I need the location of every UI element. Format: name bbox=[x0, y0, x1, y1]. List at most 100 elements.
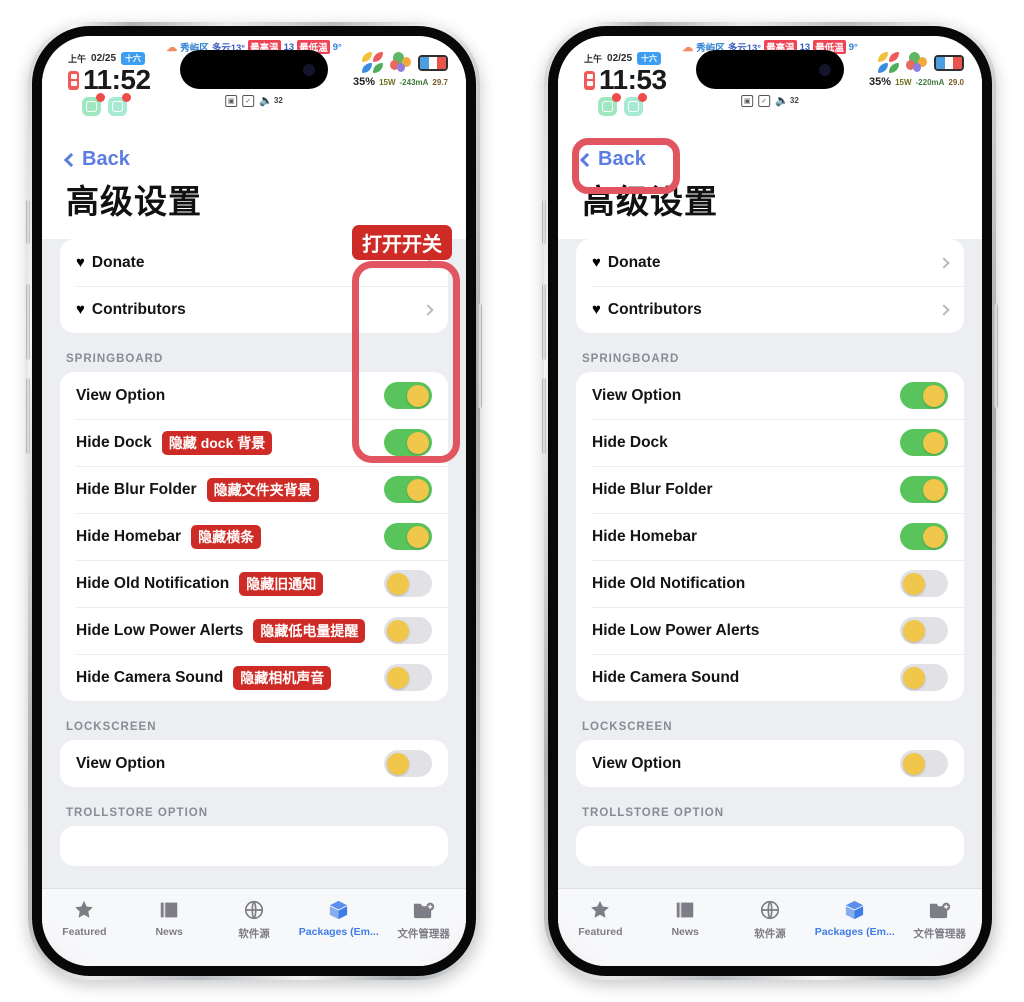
tab-news[interactable]: News bbox=[127, 898, 212, 938]
battery-stats: 35% 15W -243mA 29.7 bbox=[353, 76, 448, 88]
settings-body: ♥ Donate ♥ Contributors SPRINGBOARD View… bbox=[42, 225, 466, 966]
app-badges bbox=[82, 93, 151, 116]
annotation-chip: 隐藏横条 bbox=[191, 524, 262, 549]
toggle-hide-homebar[interactable] bbox=[384, 523, 432, 550]
tab-packages[interactable]: Packages (Em... bbox=[296, 898, 381, 938]
list-item-contributors[interactable]: ♥ Contributors bbox=[576, 286, 964, 333]
table-row[interactable]: View Option bbox=[60, 740, 448, 787]
row-label: Hide Camera Sound bbox=[592, 668, 740, 686]
toggle-hide-old-notification[interactable] bbox=[900, 570, 948, 597]
tab-packages[interactable]: Packages (Em... bbox=[812, 898, 897, 938]
power-button[interactable] bbox=[478, 304, 482, 408]
toggle-hide-homebar[interactable] bbox=[900, 523, 948, 550]
toggle-view-option[interactable] bbox=[384, 382, 432, 409]
table-row[interactable]: View Option bbox=[576, 372, 964, 419]
toggle-hide-blur-folder[interactable] bbox=[384, 476, 432, 503]
volume-icon: 🔈 32 bbox=[259, 95, 283, 107]
tab-featured[interactable]: Featured bbox=[558, 898, 643, 938]
battery-watts: 15W bbox=[379, 77, 396, 87]
lockscreen-card: View Option bbox=[60, 740, 448, 787]
table-row[interactable]: Hide Dock bbox=[576, 419, 964, 466]
clock-date: 02/25 bbox=[91, 53, 117, 64]
annotation-toggle-hint: 打开开关 bbox=[352, 225, 452, 260]
toggle-knob bbox=[407, 478, 429, 501]
toggle-hide-camera-sound[interactable] bbox=[384, 664, 432, 691]
table-row[interactable]: Hide Homebar bbox=[576, 513, 964, 560]
back-button[interactable]: Back bbox=[579, 148, 646, 171]
chevron-right-icon bbox=[422, 303, 434, 316]
tab-label: 软件源 bbox=[238, 928, 270, 940]
list-item-donate[interactable]: ♥ Donate bbox=[576, 239, 964, 286]
table-row[interactable]: Hide Low Power Alerts bbox=[576, 607, 964, 654]
toggle-knob bbox=[923, 525, 945, 548]
dynamic-island bbox=[696, 50, 844, 89]
row-label: View Option bbox=[76, 754, 166, 772]
table-row[interactable]: Hide Low Power Alerts 隐藏低电量提醒 bbox=[60, 607, 448, 654]
volume-value: 32 bbox=[273, 96, 283, 105]
action-button[interactable] bbox=[26, 200, 30, 244]
toggle-knob bbox=[923, 431, 945, 454]
volume-down-button[interactable] bbox=[542, 378, 546, 454]
toggle-hide-camera-sound[interactable] bbox=[900, 664, 948, 691]
clock-date: 02/25 bbox=[607, 53, 633, 64]
chevron-right-icon bbox=[938, 303, 950, 316]
list-item-label: Contributors bbox=[91, 300, 186, 318]
toggle-knob bbox=[407, 431, 429, 454]
cloud-badge-icon bbox=[108, 93, 131, 116]
phone-right: ☁ 秀屿区 多云13° 最高温 13 最低温 9° 上午 02/25 十六 11… bbox=[542, 22, 998, 980]
toggle-hide-blur-folder[interactable] bbox=[900, 476, 948, 503]
table-row[interactable]: Hide Camera Sound bbox=[576, 654, 964, 701]
toggle-hide-dock[interactable] bbox=[900, 429, 948, 456]
volume-up-button[interactable] bbox=[26, 284, 30, 360]
toggle-lockscreen-view-option[interactable] bbox=[900, 750, 948, 777]
annotation-chip: 隐藏文件夹背景 bbox=[206, 477, 319, 502]
table-row[interactable]: Hide Blur Folder bbox=[576, 466, 964, 513]
back-button[interactable]: Back bbox=[63, 148, 130, 171]
tab-sources[interactable]: 软件源 bbox=[728, 898, 813, 941]
power-button[interactable] bbox=[994, 304, 998, 408]
volume-up-button[interactable] bbox=[542, 284, 546, 360]
springboard-card: View Option Hide Dock Hide Blur Folder H… bbox=[576, 372, 964, 701]
front-camera-icon bbox=[303, 63, 315, 76]
table-row[interactable]: Hide Old Notification bbox=[576, 560, 964, 607]
toggle-hide-low-power-alerts[interactable] bbox=[900, 617, 948, 644]
table-row[interactable]: Hide Old Notification 隐藏旧通知 bbox=[60, 560, 448, 607]
table-row[interactable]: Hide Blur Folder 隐藏文件夹背景 bbox=[60, 466, 448, 513]
nav-bar: Back bbox=[42, 144, 466, 173]
battery-widget: 35% 15W -243mA 29.7 bbox=[353, 52, 448, 88]
tab-file-manager[interactable]: 文件管理器 bbox=[897, 898, 982, 941]
toggle-hide-dock[interactable] bbox=[384, 429, 432, 456]
volume-down-button[interactable] bbox=[26, 378, 30, 454]
table-row[interactable]: Hide Dock 隐藏 dock 背景 bbox=[60, 419, 448, 466]
toggle-view-option[interactable] bbox=[900, 382, 948, 409]
table-row[interactable]: View Option bbox=[576, 740, 964, 787]
action-button[interactable] bbox=[542, 200, 546, 244]
tab-news[interactable]: News bbox=[643, 898, 728, 938]
toggle-lockscreen-view-option[interactable] bbox=[384, 750, 432, 777]
tab-label: Featured bbox=[578, 926, 623, 938]
tab-featured[interactable]: Featured bbox=[42, 898, 127, 938]
status-bar: ☁ 秀屿区 多云13° 最高温 13 最低温 9° 上午 02/25 十六 11… bbox=[558, 36, 982, 144]
tab-sources[interactable]: 软件源 bbox=[212, 898, 297, 941]
row-label: View Option bbox=[592, 754, 682, 772]
battery-widget: 35% 15W -220mA 29.0 bbox=[869, 52, 964, 88]
tab-file-manager[interactable]: 文件管理器 bbox=[381, 898, 466, 941]
section-header-trollstore: TROLLSTORE OPTION bbox=[582, 807, 725, 819]
toggle-knob bbox=[387, 666, 409, 689]
toggle-knob bbox=[407, 525, 429, 548]
news-icon bbox=[674, 898, 696, 922]
table-row[interactable]: Hide Homebar 隐藏横条 bbox=[60, 513, 448, 560]
table-row[interactable]: Hide Camera Sound 隐藏相机声音 bbox=[60, 654, 448, 701]
section-header-lockscreen: LOCKSCREEN bbox=[66, 721, 157, 733]
clock-widget: 上午 02/25 十六 11:53 bbox=[584, 52, 667, 116]
springboard-card: View Option Hide Dock 隐藏 dock 背景 Hide Bl… bbox=[60, 372, 448, 701]
list-item-contributors[interactable]: ♥ Contributors bbox=[60, 286, 448, 333]
comparison-stage: ☁ 秀屿区 多云13° 最高温 13 最低温 9° 上午 02/25 十六 11… bbox=[0, 0, 1024, 1002]
star-icon bbox=[73, 898, 95, 922]
tab-label: Packages (Em... bbox=[814, 926, 895, 938]
lockscreen-card: View Option bbox=[576, 740, 964, 787]
screen-right: ☁ 秀屿区 多云13° 最高温 13 最低温 9° 上午 02/25 十六 11… bbox=[558, 36, 982, 966]
toggle-hide-old-notification[interactable] bbox=[384, 570, 432, 597]
toggle-hide-low-power-alerts[interactable] bbox=[384, 617, 432, 644]
table-row[interactable]: View Option bbox=[60, 372, 448, 419]
